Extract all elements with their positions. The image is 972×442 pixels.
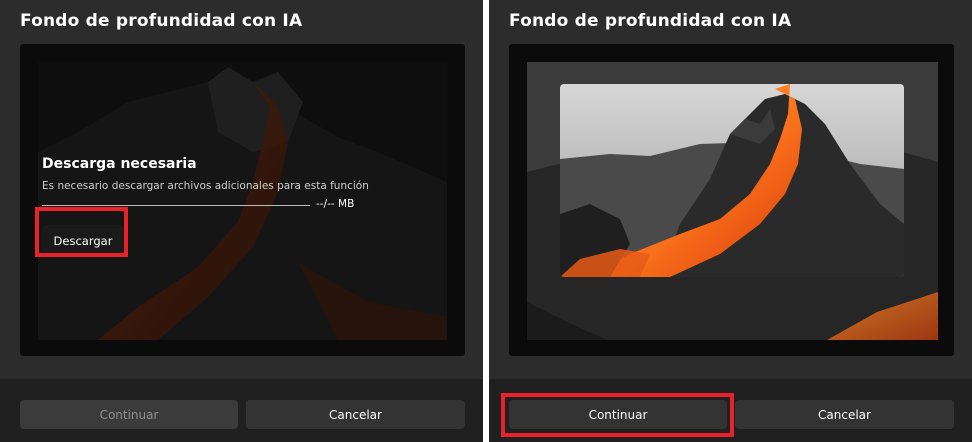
cancel-button[interactable]: Cancelar — [735, 400, 954, 429]
download-progress-text: --/-- MB — [316, 198, 355, 210]
download-required-panel: Descarga necesaria Es necesario descarga… — [42, 156, 462, 257]
download-description: Es necesario descargar archivos adiciona… — [42, 180, 369, 192]
volcano-foreground-image — [560, 84, 904, 277]
continue-button-disabled[interactable]: Continuar — [20, 400, 238, 429]
dialog-title: Fondo de profundidad con IA — [20, 11, 303, 31]
dialog-right: Fondo de profundidad con IA Continuar Ca… — [489, 0, 972, 442]
volcano-image-dimmed — [38, 62, 447, 340]
preview-frame: Descarga necesaria Es necesario descarga… — [20, 44, 465, 356]
dialog-footer: Continuar Cancelar — [489, 379, 972, 442]
continue-button[interactable]: Continuar — [509, 400, 727, 429]
dialog-title: Fondo de profundidad con IA — [509, 11, 792, 31]
download-button[interactable]: Descargar — [42, 225, 124, 257]
download-heading: Descarga necesaria — [42, 156, 197, 172]
preview-frame — [509, 44, 954, 356]
dialog-footer: Continuar Cancelar — [0, 379, 483, 442]
cancel-button[interactable]: Cancelar — [246, 400, 465, 429]
download-progress-bar — [42, 205, 310, 206]
dialog-left: Fondo de profundidad con IA Descarga nec… — [0, 0, 483, 442]
